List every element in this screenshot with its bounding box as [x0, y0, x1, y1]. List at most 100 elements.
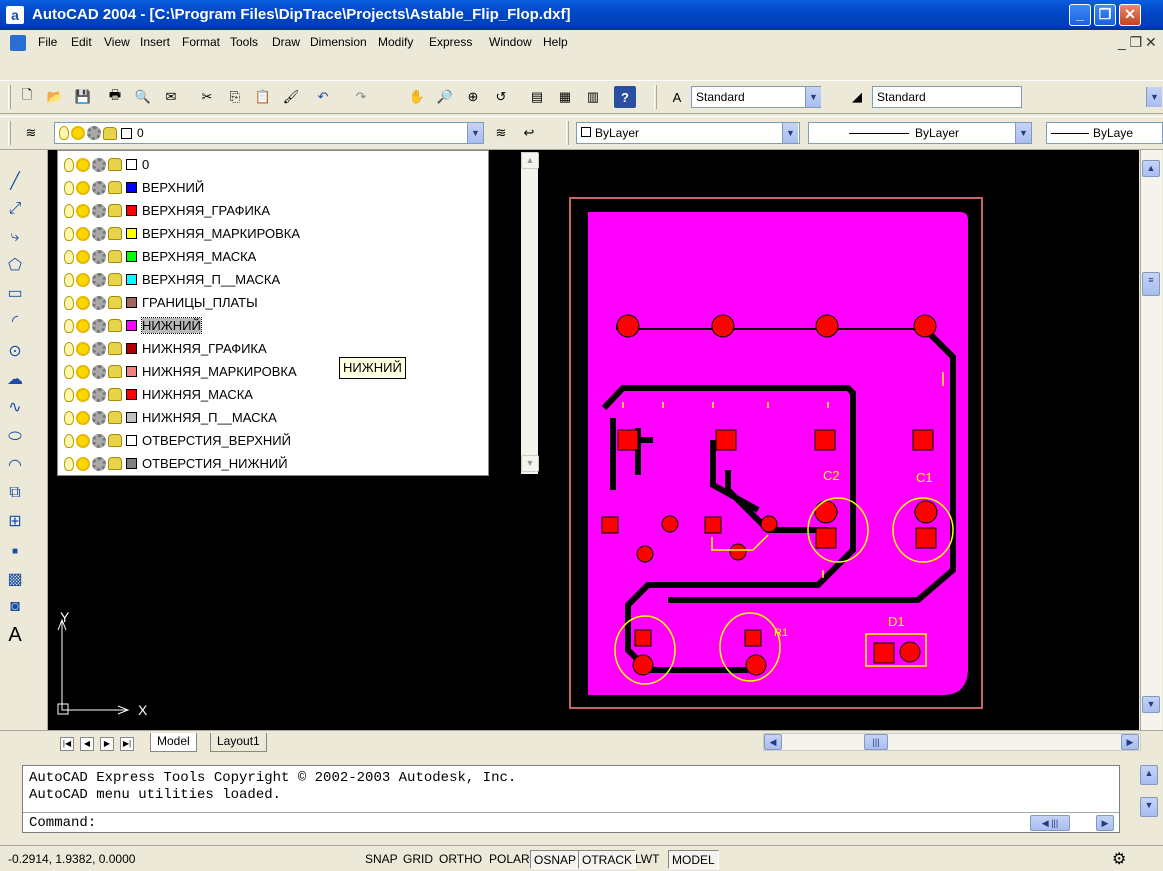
layer-row[interactable]: ВЕРХНЯЯ_МАРКИРОВКА: [64, 222, 462, 245]
status-toggle-model[interactable]: MODEL: [668, 850, 719, 869]
menu-help[interactable]: Help: [543, 35, 568, 49]
rectangle-icon[interactable]: ▭: [4, 282, 26, 304]
help-icon[interactable]: ?: [614, 86, 636, 108]
chevron-down-icon[interactable]: ▼: [1146, 87, 1162, 107]
layer-row[interactable]: ОТВЕРСТИЯ_НИЖНИЙ: [64, 452, 462, 475]
layer-state-icons[interactable]: [64, 226, 122, 241]
command-hscroll[interactable]: ◀ |||: [1030, 815, 1070, 831]
linetype-combo[interactable]: ByLayer: [808, 122, 1032, 144]
tab-layout1[interactable]: Layout1: [210, 733, 267, 752]
layer-row[interactable]: ВЕРХНЯЯ_МАСКА: [64, 245, 462, 268]
pan-icon[interactable]: ✋: [406, 86, 428, 108]
polygon-icon[interactable]: ⬠: [4, 254, 26, 276]
command-prompt[interactable]: Command:: [29, 815, 96, 831]
layer-row[interactable]: ВЕРХНИЙ: [64, 176, 462, 199]
paste-icon[interactable]: 📋: [252, 86, 274, 108]
layer-manager-icon[interactable]: ≋: [20, 122, 42, 144]
menu-format[interactable]: Format: [182, 35, 220, 49]
layer-row[interactable]: 0: [64, 153, 462, 176]
menu-file[interactable]: File: [38, 35, 57, 49]
zoom-previous-icon[interactable]: ↺: [490, 86, 512, 108]
menu-dimension[interactable]: Dimension: [310, 35, 367, 49]
tab-model[interactable]: Model: [150, 733, 197, 752]
layer-row[interactable]: ВЕРХНЯЯ_ГРАФИКА: [64, 199, 462, 222]
line-icon[interactable]: ╱: [4, 170, 26, 192]
layer-row[interactable]: ГРАНИЦЫ_ПЛАТЫ: [64, 291, 462, 314]
circle-icon[interactable]: ⊙: [4, 340, 26, 362]
doc-restore-icon[interactable]: _ ❐: [1118, 34, 1142, 51]
menu-draw[interactable]: Draw: [272, 35, 300, 49]
dim-style-icon[interactable]: ◢: [846, 86, 868, 108]
menu-express[interactable]: Express: [429, 35, 472, 49]
doc-close-icon[interactable]: ✕: [1145, 34, 1157, 51]
status-toggle-lwt[interactable]: LWT: [632, 850, 662, 869]
zoom-realtime-icon[interactable]: 🔎: [434, 86, 456, 108]
preview-icon[interactable]: 🔍: [132, 86, 154, 108]
lineweight-combo[interactable]: ByLaye: [1046, 122, 1163, 144]
restore-button[interactable]: ❐: [1094, 4, 1116, 26]
zoom-window-icon[interactable]: ⊕: [462, 86, 484, 108]
print-icon[interactable]: 🖶: [104, 86, 126, 108]
design-center-icon[interactable]: ▦: [554, 86, 576, 108]
multiline-text-icon[interactable]: A: [4, 624, 26, 646]
toolbar-grip[interactable]: [8, 121, 11, 145]
layer-previous-icon[interactable]: ↩: [518, 122, 540, 144]
scroll-thumb[interactable]: ≡: [1142, 272, 1160, 296]
arc-icon[interactable]: ◜: [4, 310, 26, 332]
copy-icon[interactable]: ⎘: [224, 86, 246, 108]
scroll-left-icon[interactable]: ◀: [764, 734, 782, 750]
minimize-button[interactable]: _: [1069, 4, 1091, 26]
redo-icon[interactable]: ↷: [350, 86, 372, 108]
scroll-down-icon[interactable]: ▼: [1142, 696, 1160, 713]
scroll-down-icon[interactable]: ▼: [1140, 797, 1158, 817]
layer-state-icons[interactable]: [64, 364, 122, 379]
properties-icon[interactable]: ▤: [526, 86, 548, 108]
tool-palettes-icon[interactable]: ▥: [582, 86, 604, 108]
scroll-down-icon[interactable]: ▼: [521, 455, 539, 472]
color-combo[interactable]: ByLayer: [576, 122, 800, 144]
layer-state-icons[interactable]: [64, 433, 122, 448]
layer-combo[interactable]: 0: [54, 122, 484, 144]
chevron-down-icon[interactable]: ▼: [1015, 123, 1031, 143]
polyline-icon[interactable]: ⤷: [4, 226, 26, 248]
make-layer-current-icon[interactable]: ≋: [490, 122, 512, 144]
communication-center-icon[interactable]: ⚙: [1112, 849, 1126, 869]
scroll-up-icon[interactable]: ▲: [521, 152, 539, 169]
ellipse-icon[interactable]: ⬭: [4, 426, 26, 448]
command-history[interactable]: AutoCAD Express Tools Copyright © 2002-2…: [22, 765, 1120, 833]
status-toggle-snap[interactable]: SNAP: [362, 850, 401, 869]
scroll-up-icon[interactable]: ▲: [1142, 160, 1160, 177]
layer-state-icons[interactable]: [64, 387, 122, 402]
layer-state-icons[interactable]: [64, 318, 122, 333]
status-toggle-otrack[interactable]: OTRACK: [578, 850, 637, 869]
layer-row[interactable]: НИЖНЯЯ_МАСКА: [64, 383, 462, 406]
point-icon[interactable]: ■: [4, 540, 26, 562]
coordinate-readout[interactable]: -0.2914, 1.9382, 0.0000: [8, 852, 135, 866]
layer-row[interactable]: ВЕРХНЯЯ_П__МАСКА: [64, 268, 462, 291]
chevron-down-icon[interactable]: ▼: [467, 123, 483, 143]
status-toggle-ortho[interactable]: ORTHO: [436, 850, 485, 869]
open-icon[interactable]: 📂: [44, 86, 66, 108]
publish-icon[interactable]: ✉: [160, 86, 182, 108]
layer-state-icons[interactable]: [64, 456, 122, 471]
layer-state-icons[interactable]: [64, 295, 122, 310]
menu-view[interactable]: View: [104, 35, 130, 49]
chevron-down-icon[interactable]: ▼: [782, 123, 798, 143]
text-style-combo[interactable]: Standard: [691, 86, 821, 108]
status-toggle-polar[interactable]: POLAR: [486, 850, 533, 869]
menu-tools[interactable]: Tools: [230, 35, 258, 49]
toolbar-grip[interactable]: [654, 85, 657, 109]
region-icon[interactable]: ◙: [4, 596, 26, 618]
layer-row[interactable]: ОТВЕРСТИЯ_ВЕРХНИЙ: [64, 429, 462, 452]
layer-state-icons[interactable]: [64, 180, 122, 195]
layer-state-icons[interactable]: [64, 410, 122, 425]
text-style-icon[interactable]: A: [666, 86, 688, 108]
menu-insert[interactable]: Insert: [140, 35, 170, 49]
toolbar-grip[interactable]: [566, 121, 569, 145]
menu-modify[interactable]: Modify: [378, 35, 413, 49]
new-icon[interactable]: 🗋: [16, 86, 38, 108]
match-properties-icon[interactable]: 🖌: [280, 86, 302, 108]
first-tab-icon[interactable]: |◀: [60, 737, 74, 751]
ellipse-arc-icon[interactable]: ◠: [4, 454, 26, 476]
chevron-down-icon[interactable]: ▼: [805, 87, 821, 107]
